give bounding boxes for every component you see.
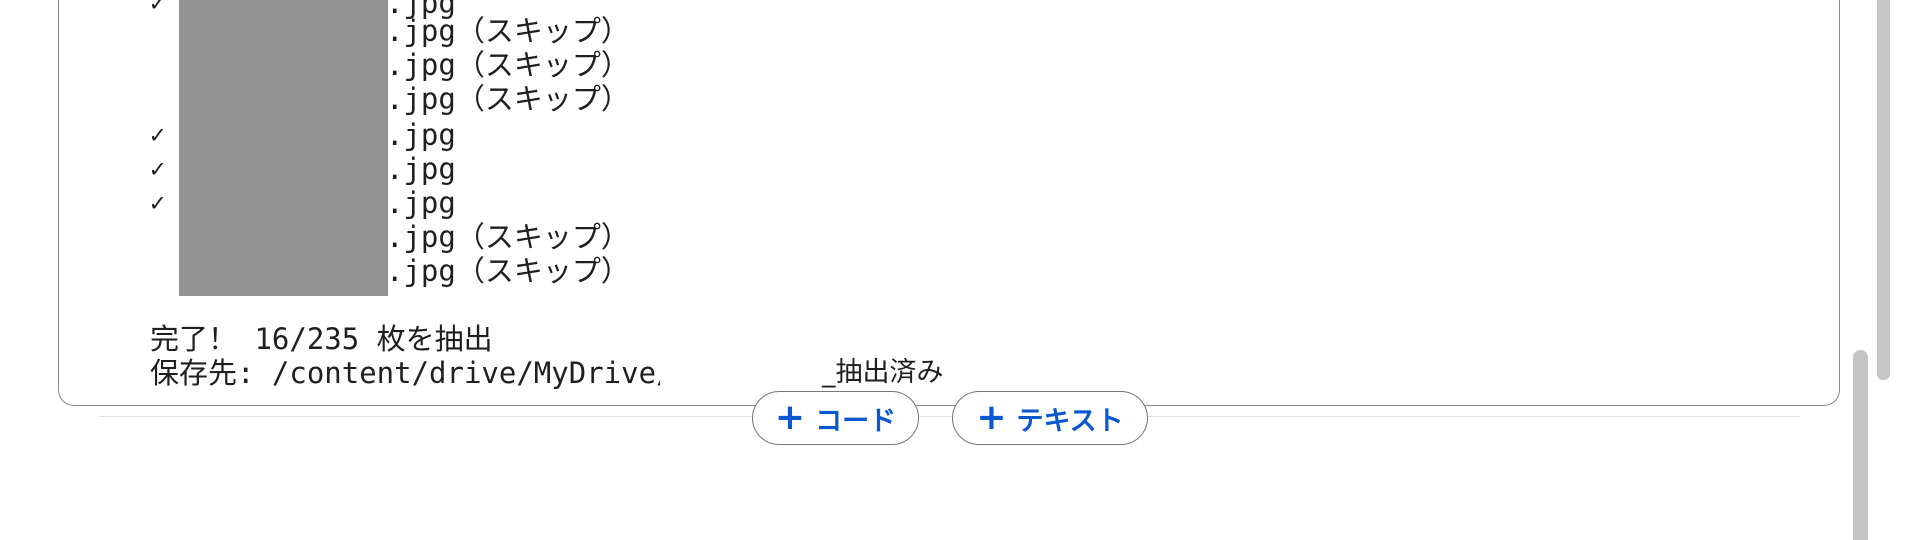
summary-line: 完了！ 16/235 枚を抽出 xyxy=(150,322,493,356)
add-text-button[interactable]: + テキスト xyxy=(952,391,1148,445)
save-path-line: 保存先: /content/drive/MyDrive/ xyxy=(150,356,674,390)
plus-icon: + xyxy=(774,397,806,438)
log-line: .jpg xyxy=(386,152,456,186)
check-icon: ✓ xyxy=(150,154,166,183)
log-line: .jpg（スキップ） xyxy=(386,82,630,116)
add-text-label: テキスト xyxy=(1016,405,1124,437)
cell-divider xyxy=(100,416,1800,417)
log-line: .jpg xyxy=(386,118,456,152)
log-line: .jpg（スキップ） xyxy=(386,254,630,288)
check-icon: ✓ xyxy=(150,0,166,17)
page-scrollbar[interactable] xyxy=(1853,350,1868,540)
log-line: .jpg xyxy=(386,186,456,220)
log-line: .jpg（スキップ） xyxy=(386,48,630,82)
log-line: .jpg（スキップ） xyxy=(386,14,630,48)
redacted-filenames xyxy=(179,0,388,296)
output-scrollbar[interactable] xyxy=(1877,0,1890,380)
plus-icon: + xyxy=(976,397,1007,438)
check-icon: ✓ xyxy=(150,120,166,149)
add-code-button[interactable]: + コード xyxy=(752,391,919,445)
check-icon: ✓ xyxy=(150,188,166,217)
save-path-suffix: _抽出済み xyxy=(822,357,944,388)
redacted-path xyxy=(660,358,822,392)
log-line: .jpg（スキップ） xyxy=(386,220,630,254)
add-code-label: コード xyxy=(815,405,897,437)
